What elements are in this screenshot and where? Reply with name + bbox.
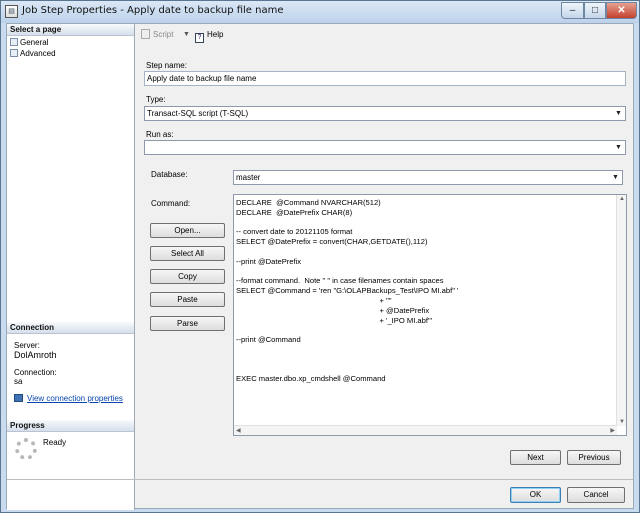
command-line: --format command. Note " " in case filen… <box>236 276 444 286</box>
scroll-down-icon[interactable]: ▼ <box>619 419 625 425</box>
command-line: --print @DatePrefix <box>236 256 302 266</box>
command-line: DECLARE @Command NVARCHAR(512) <box>236 198 381 207</box>
command-label: Command: <box>151 199 191 208</box>
view-connection-properties-label: View connection properties <box>27 394 123 403</box>
type-selected-value: Transact-SQL script (T-SQL) <box>147 109 249 118</box>
connection-properties-icon <box>14 394 23 402</box>
page-item-label: Advanced <box>20 49 56 58</box>
script-icon <box>141 29 150 39</box>
command-line: -- convert date to 20121105 format <box>236 227 353 237</box>
chevron-down-icon: ▼ <box>615 144 622 151</box>
run-as-label: Run as: <box>146 130 174 139</box>
page-item-label: General <box>20 38 49 47</box>
command-line: + @DatePrefix <box>236 305 430 315</box>
scroll-right-icon[interactable]: ▶ <box>610 427 615 434</box>
close-button[interactable]: ✕ <box>606 2 637 19</box>
type-select[interactable]: Transact-SQL script (T-SQL) ▼ <box>144 106 626 121</box>
job-step-icon: ▤ <box>5 5 18 18</box>
page-icon <box>10 38 18 46</box>
job-step-properties-window: ▤ Job Step Properties - Apply date to ba… <box>0 0 640 513</box>
type-label: Type: <box>146 95 166 104</box>
page-item-advanced[interactable]: Advanced <box>10 48 56 59</box>
footer-divider <box>7 479 633 480</box>
command-line: DECLARE @DatePrefix CHAR(8) <box>236 207 353 217</box>
view-connection-properties-link[interactable]: View connection properties <box>14 394 123 403</box>
scroll-left-icon[interactable]: ◀ <box>236 427 241 434</box>
command-line: + '"' <box>236 296 392 305</box>
script-dropdown-arrow[interactable]: ▼ <box>183 28 190 42</box>
step-name-field[interactable]: Apply date to backup file name <box>144 71 626 86</box>
horizontal-scrollbar[interactable]: ◀ ▶ <box>234 425 617 435</box>
script-button[interactable]: Script <box>141 28 173 42</box>
select-page-header: Select a page <box>7 24 134 36</box>
command-line: SELECT @Command = 'ren "G:\OLAPBackups_T… <box>236 286 459 296</box>
dialog-client-area: Select a page General Advanced Connectio… <box>6 23 634 510</box>
help-button[interactable]: ? Help <box>195 28 223 43</box>
connection-value: sa <box>14 377 23 386</box>
run-as-select[interactable]: ▼ <box>144 140 626 155</box>
previous-button[interactable]: Previous <box>567 450 621 465</box>
title-bar: ▤ Job Step Properties - Apply date to ba… <box>1 1 639 23</box>
chevron-down-icon: ▼ <box>615 110 622 117</box>
database-select[interactable]: master ▼ <box>233 170 623 185</box>
command-editor[interactable]: DECLARE @Command NVARCHAR(512) DECLARE @D… <box>233 194 627 436</box>
next-button[interactable]: Next <box>510 450 561 465</box>
server-value: DolAmroth <box>14 350 57 360</box>
page-item-general[interactable]: General <box>10 37 48 48</box>
scroll-up-icon[interactable]: ▲ <box>619 196 625 202</box>
vertical-scrollbar[interactable]: ▲ ▼ <box>616 195 626 426</box>
command-line: EXEC master.dbo.xp_cmdshell @Command <box>236 374 386 384</box>
cancel-button[interactable]: Cancel <box>567 487 625 503</box>
progress-spinner-icon <box>15 438 37 460</box>
command-line: --print @Command <box>236 335 301 345</box>
parse-button[interactable]: Parse <box>150 316 225 331</box>
open-button[interactable]: Open... <box>150 223 225 238</box>
chevron-down-icon: ▼ <box>612 174 619 181</box>
paste-button[interactable]: Paste <box>150 292 225 307</box>
database-selected-value: master <box>236 173 261 182</box>
minimize-button[interactable]: – <box>561 2 584 19</box>
window-title: Job Step Properties - Apply date to back… <box>22 5 284 16</box>
page-icon <box>10 49 18 57</box>
connection-header: Connection <box>7 322 134 334</box>
progress-header: Progress <box>7 420 134 432</box>
script-label: Script <box>153 30 174 39</box>
command-line: SELECT @DatePrefix = convert(CHAR,GETDAT… <box>236 237 428 247</box>
help-icon: ? <box>195 33 204 43</box>
ok-button[interactable]: OK <box>510 487 561 503</box>
command-line: + '_IPO MI.abf"' <box>236 315 433 325</box>
copy-button[interactable]: Copy <box>150 269 225 284</box>
progress-status: Ready <box>43 438 67 447</box>
database-label: Database: <box>151 170 188 179</box>
step-name-label: Step name: <box>146 61 187 70</box>
maximize-button[interactable]: □ <box>584 2 606 19</box>
left-pane: Select a page General Advanced Connectio… <box>7 24 135 510</box>
help-label: Help <box>207 30 224 39</box>
select-all-button[interactable]: Select All <box>150 246 225 261</box>
